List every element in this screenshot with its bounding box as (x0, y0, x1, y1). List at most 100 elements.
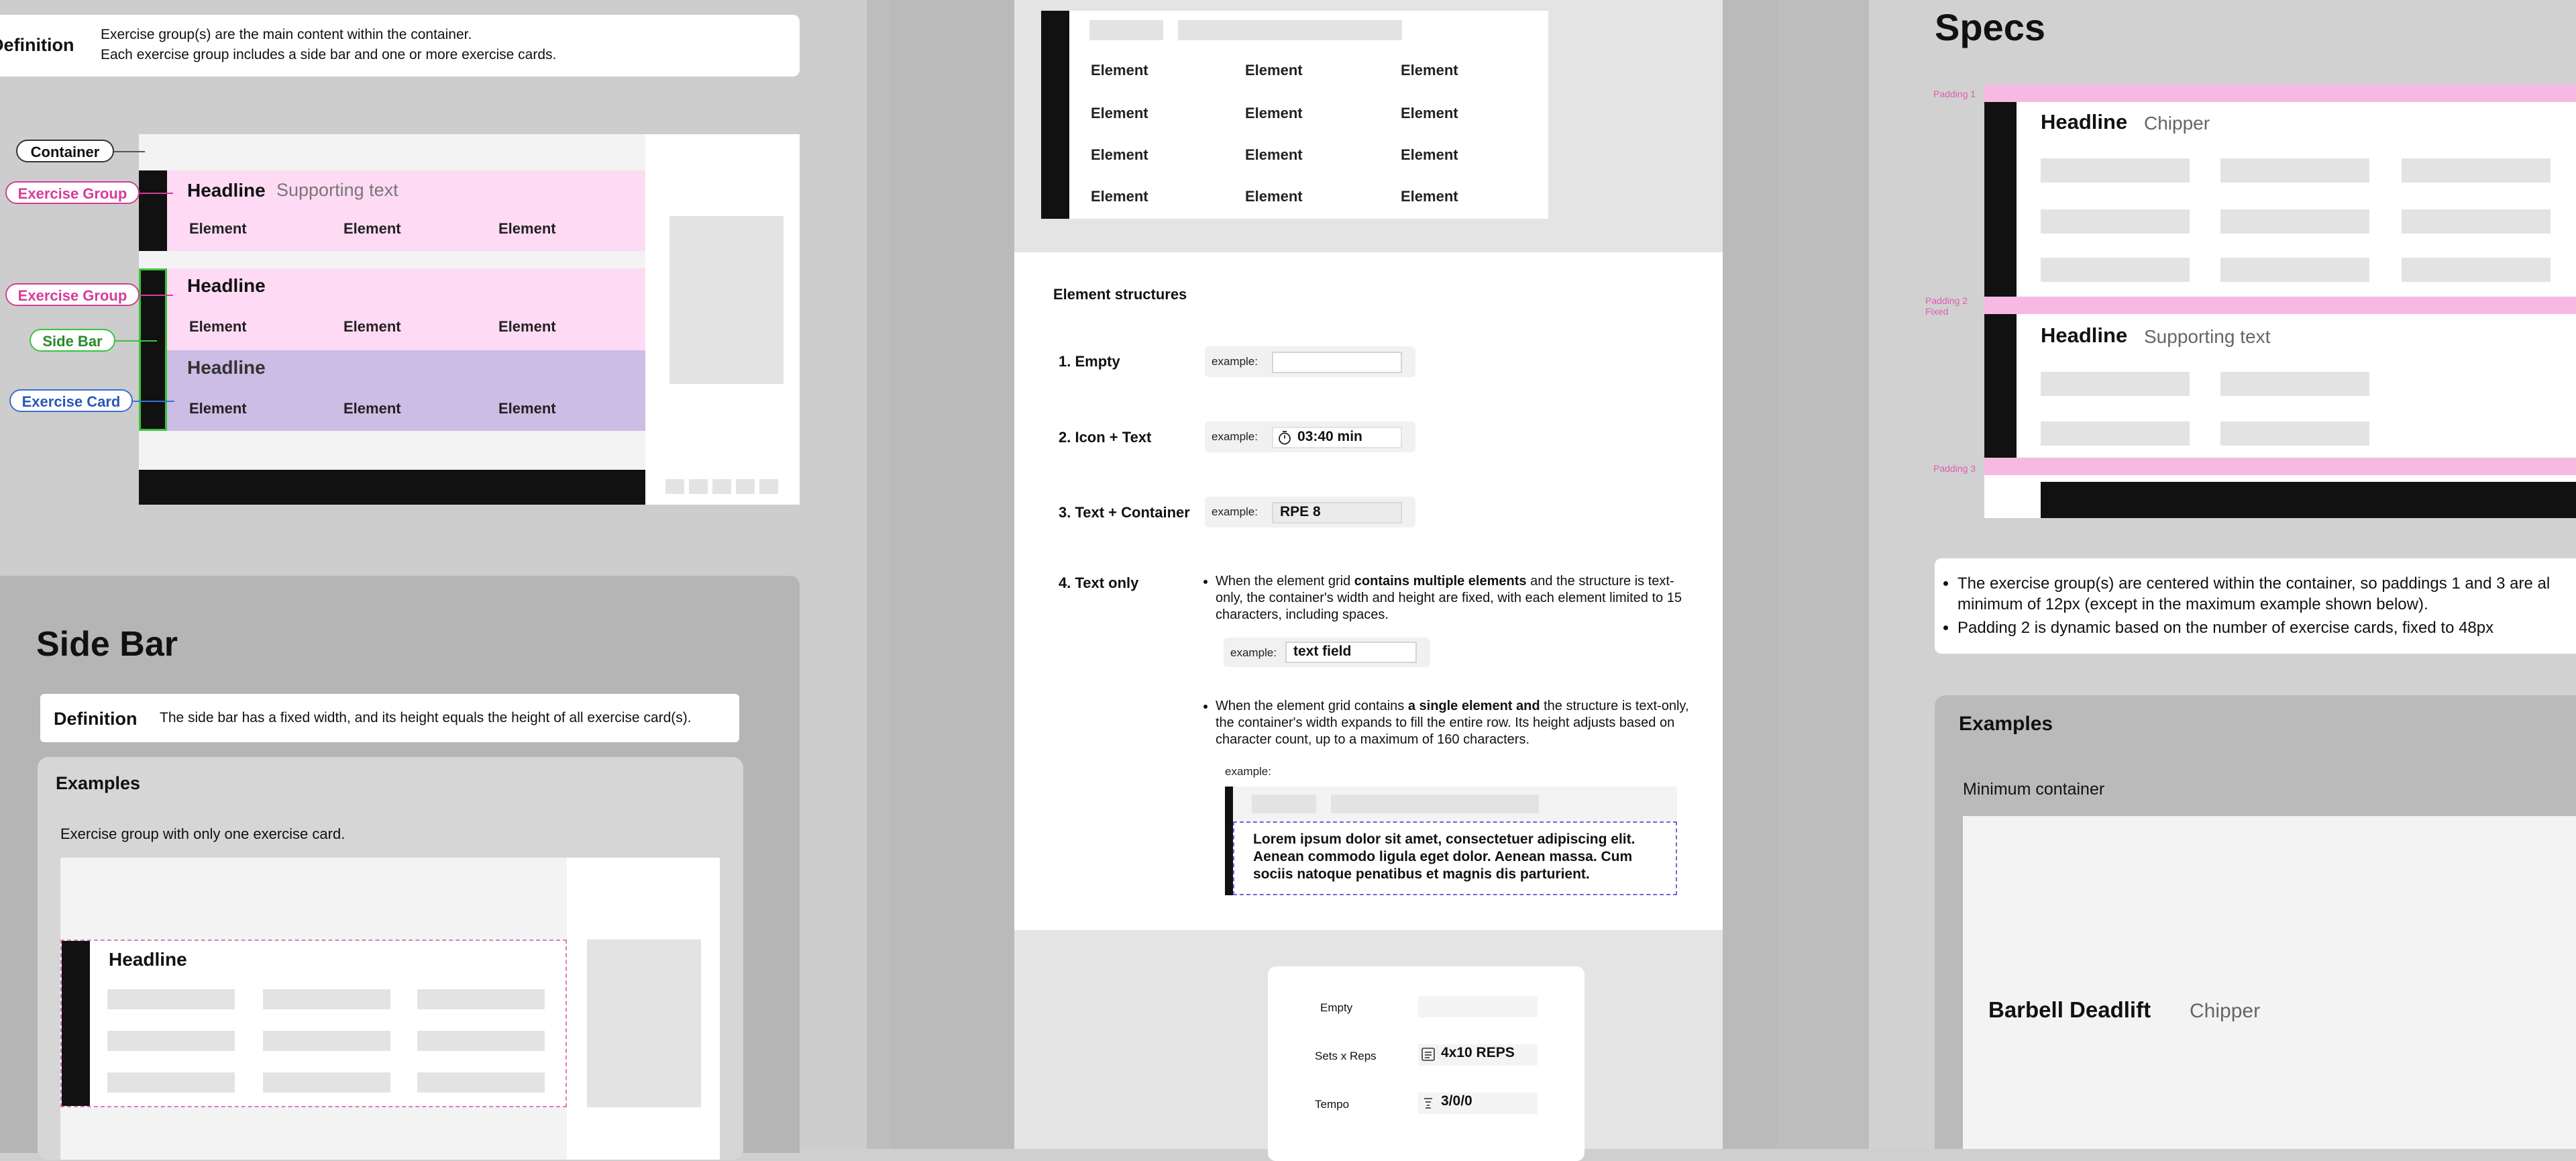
grid-element: Element (189, 318, 247, 335)
placeholder-bar (107, 1072, 235, 1093)
leader-line (140, 295, 173, 296)
placeholder-bar (1331, 795, 1539, 813)
specs-notes-card: The exercise group(s) are centered withi… (1935, 558, 2576, 654)
exercise-group-2: Headline Element Element Element Headlin… (139, 268, 645, 431)
min-container-example: Barbell Deadlift Chipper (1963, 816, 2576, 1149)
example-supporting-text: Chipper (2190, 1000, 2261, 1022)
placeholder-bar (2402, 258, 2551, 282)
spec-note: Padding 2 is dynamic based on the number… (1957, 617, 2576, 638)
stopwatch-icon (1277, 430, 1292, 445)
placeholder-bar (2041, 372, 2190, 396)
icon-text-value: 03:40 min (1297, 429, 1362, 444)
grid-element: Element (343, 318, 401, 335)
grid-element: Element (1401, 105, 1458, 121)
placeholder-bar (2220, 372, 2369, 396)
example-label: example: (1212, 355, 1258, 368)
side-bar (1041, 11, 1069, 219)
annotation-side-bar: Side Bar (30, 329, 115, 352)
padding-2-fixed-label: Fixed (1925, 306, 1949, 317)
structure-example-text-container: example: RPE 8 (1205, 497, 1415, 527)
examples-title: Examples (1959, 713, 2053, 735)
icon-text-field[interactable]: 03:40 min (1272, 427, 1402, 448)
metric-empty-field[interactable] (1418, 996, 1538, 1017)
text-container-field[interactable]: RPE 8 (1272, 502, 1402, 523)
example-headline: Headline (109, 949, 187, 970)
definition-line-1: Exercise group(s) are the main content w… (101, 27, 472, 42)
lorem-example-card: Lorem ipsum dolor sit amet, consectetuer… (1225, 787, 1677, 895)
structure-label: 4. Text only (1059, 574, 1139, 591)
exercise-card-b: Headline Element Element Element (139, 350, 645, 431)
example-headline: Barbell Deadlift (1988, 997, 2151, 1022)
definition-card: Definition Exercise group(s) are the mai… (0, 15, 800, 77)
annotation-exercise-card: Exercise Card (9, 389, 133, 412)
placeholder-bar (1089, 20, 1163, 40)
min-container-caption: Minimum container (1963, 780, 2105, 799)
definition-line-2: Each exercise group includes a side bar … (101, 47, 557, 62)
grid-element: Element (1091, 62, 1148, 79)
definition-text: The side bar has a fixed width, and its … (160, 710, 692, 725)
grid-element: Element (1245, 105, 1303, 121)
container-footer-bar (139, 470, 645, 505)
side-bar (1225, 787, 1233, 895)
leader-line (133, 401, 174, 402)
sidebar-definition-card: Definition The side bar has a fixed widt… (40, 694, 739, 742)
specs-footer-bar (2041, 482, 2576, 518)
container-diagram: Headline Supporting text Element Element… (139, 134, 800, 505)
metric-label: Sets x Reps (1315, 1050, 1377, 1062)
empty-field[interactable] (1272, 352, 1402, 373)
leader-line (140, 193, 173, 194)
structure-label: 3. Text + Container (1059, 504, 1190, 521)
exercise-group-1: Headline Supporting text Element Element… (139, 170, 645, 251)
placeholder-bar (1178, 20, 1402, 40)
pager-dot[interactable] (665, 479, 684, 494)
placeholder-bar (263, 989, 390, 1009)
grid-element: Element (1401, 146, 1458, 163)
structure-example-empty: example: (1205, 346, 1415, 377)
placeholder-bar (263, 1072, 390, 1093)
spec-note: The exercise group(s) are centered withi… (1957, 573, 2576, 615)
side-bar-section: Side Bar Definition The side bar has a f… (0, 576, 800, 1160)
grid-element: Element (1091, 146, 1148, 163)
list-icon (1421, 1047, 1436, 1066)
group-headline: Headline (187, 180, 266, 201)
text-field[interactable]: text field (1285, 642, 1417, 663)
middle-top-area: Element Element Element Element Element … (1014, 0, 1723, 252)
placeholder-bar (2220, 209, 2369, 234)
pager-dot[interactable] (759, 479, 778, 494)
placeholder-bar (107, 989, 235, 1009)
padding-1-band (1984, 85, 2576, 102)
placeholder-bar (107, 1031, 235, 1051)
tempo-icon (1421, 1095, 1436, 1115)
pager-dot[interactable] (736, 479, 755, 494)
example-label: example: (1212, 430, 1258, 443)
leader-line (114, 151, 145, 152)
gutter (1778, 0, 1869, 1149)
structure-label: 2. Icon + Text (1059, 429, 1152, 446)
structure-example-text-field: example: text field (1224, 638, 1430, 667)
side-bar (139, 170, 167, 251)
grid-element: Element (1401, 62, 1458, 79)
lorem-text: Lorem ipsum dolor sit amet, consectetuer… (1253, 831, 1635, 882)
example-right-column (567, 858, 720, 1160)
side-bar (62, 941, 90, 1106)
grid-element: Element (1091, 188, 1148, 205)
metric-sets-reps-field[interactable]: 4x10 REPS (1418, 1044, 1538, 1066)
metric-tempo-field[interactable]: 3/0/0 (1418, 1093, 1538, 1114)
specs-title: Specs (1935, 6, 2045, 48)
section-title: Side Bar (36, 625, 178, 664)
placeholder-bar (2041, 209, 2190, 234)
examples-title: Examples (56, 773, 141, 793)
padding-2-label: Padding 2 (1925, 295, 1968, 306)
placeholder-bar (2041, 258, 2190, 282)
bullet-multiple-elements: When the element grid contains multiple … (1216, 573, 1693, 623)
placeholder-bar (1252, 795, 1316, 813)
example-caption: Exercise group with only one exercise ca… (60, 825, 345, 842)
leader-line (115, 340, 157, 342)
pager-dot[interactable] (689, 479, 708, 494)
grid-element: Element (1091, 105, 1148, 121)
lorem-text-box: Lorem ipsum dolor sit amet, consectetuer… (1233, 821, 1677, 895)
side-bar (1984, 102, 2017, 297)
pager-dot[interactable] (712, 479, 731, 494)
grid-element: Element (1245, 62, 1303, 79)
bullet-single-element: When the element grid contains a single … (1216, 698, 1693, 748)
